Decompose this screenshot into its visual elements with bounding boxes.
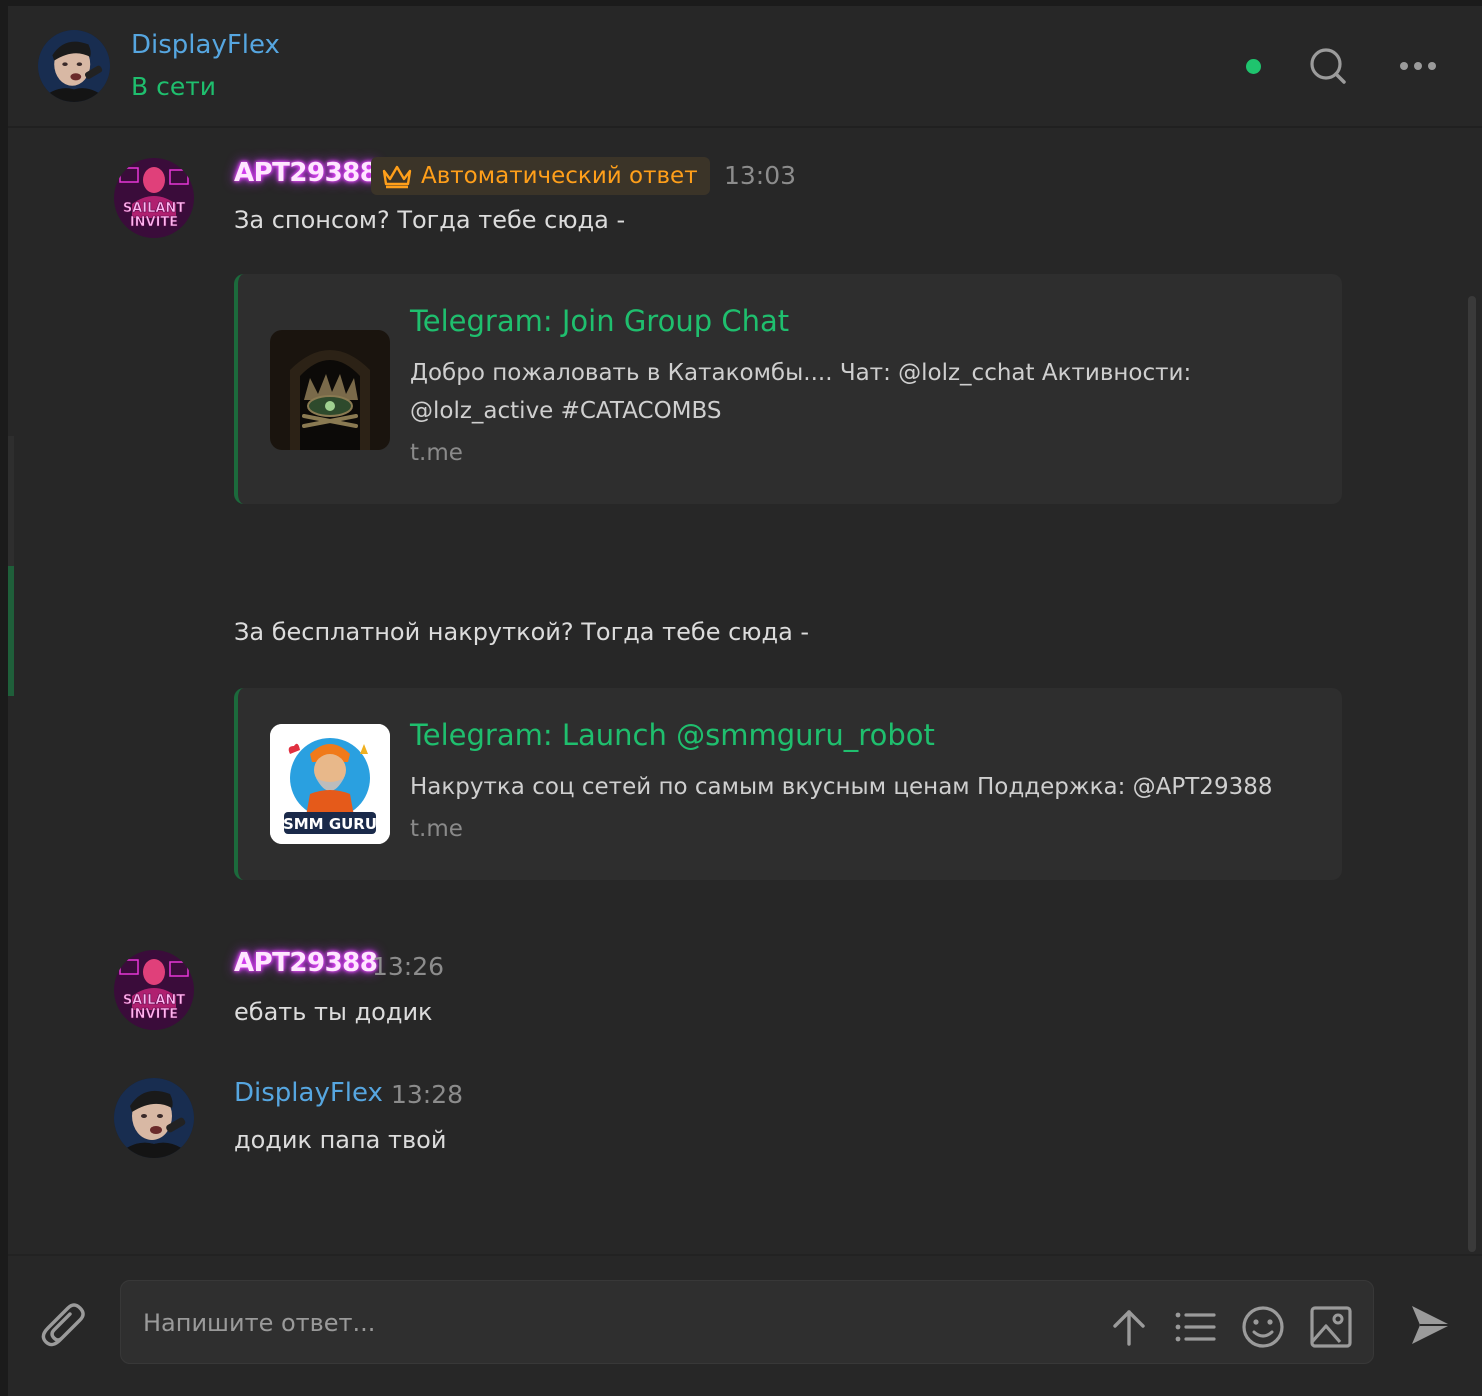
scrollbar[interactable] <box>1468 296 1476 1252</box>
smm-guru-logo-icon: SMM GURU <box>270 724 390 844</box>
link-preview-description: Накрутка соц сетей по самым вкусным цена… <box>410 774 1273 800</box>
auto-reply-badge: Автоматический ответ <box>371 157 710 195</box>
avatar-icon: SAILANT INVITE <box>114 158 194 238</box>
more-horizontal-icon <box>1400 62 1436 70</box>
message-time: 13:03 <box>724 161 797 190</box>
attach-button[interactable] <box>38 1300 90 1352</box>
header-avatar[interactable] <box>38 30 110 102</box>
list-button[interactable] <box>1172 1304 1218 1350</box>
list-icon <box>1175 1312 1216 1342</box>
avatar-displayflex[interactable] <box>114 1078 194 1158</box>
left-edge-indicator <box>8 436 14 566</box>
image-button[interactable] <box>1308 1304 1354 1350</box>
avatar-apt29388[interactable]: SAILANT INVITE <box>114 158 194 238</box>
emoji-button[interactable] <box>1240 1304 1286 1350</box>
link-preview-title[interactable]: Telegram: Launch @smmguru_robot <box>410 718 935 752</box>
message-text: За бесплатной накруткой? Тогда тебе сюда… <box>234 618 810 646</box>
link-preview-image <box>270 330 390 450</box>
crown-icon <box>382 165 412 189</box>
link-preview-description: Добро пожаловать в Катакомбы.... Чат: @l… <box>410 360 1192 424</box>
svg-text:SAILANT: SAILANT <box>123 201 185 216</box>
composer-divider <box>8 1254 1482 1256</box>
chat-status: В сети <box>131 72 217 101</box>
left-edge-accent <box>8 566 14 696</box>
message-input[interactable] <box>141 1281 1085 1365</box>
message-author[interactable]: DisplayFlex <box>234 1078 383 1108</box>
paperclip-icon <box>41 1303 85 1347</box>
user-avatar-icon <box>38 30 110 102</box>
emoji-icon <box>1242 1306 1284 1348</box>
image-icon <box>1310 1306 1352 1348</box>
link-preview-image: SMM GURU <box>270 724 390 844</box>
link-preview-domain: t.me <box>410 816 463 842</box>
user-avatar-icon <box>114 1078 194 1158</box>
chat-title[interactable]: DisplayFlex <box>131 30 280 60</box>
avatar-apt29388[interactable]: SAILANT INVITE <box>114 950 194 1030</box>
avatar-icon: SAILANT INVITE <box>114 950 194 1030</box>
format-up-button[interactable] <box>1106 1304 1152 1350</box>
auto-reply-label: Автоматический ответ <box>421 163 698 189</box>
svg-text:INVITE: INVITE <box>130 1007 178 1022</box>
svg-text:SAILANT: SAILANT <box>123 993 185 1008</box>
svg-text:INVITE: INVITE <box>130 215 178 230</box>
svg-text:SMM GURU: SMM GURU <box>283 815 377 833</box>
message-text: За спонсом? Тогда тебе сюда - <box>234 206 626 234</box>
catacombs-logo-icon <box>270 330 390 450</box>
link-preview-card[interactable]: Telegram: Join Group Chat Добро пожалова… <box>234 274 1342 504</box>
message-author[interactable]: APT29388 <box>234 158 378 188</box>
message-text: додик папа твой <box>234 1126 447 1154</box>
link-preview-domain: t.me <box>410 440 463 466</box>
chat-window: DisplayFlex В сети SAILANT INVITE APT293… <box>8 6 1482 1396</box>
link-preview-title[interactable]: Telegram: Join Group Chat <box>410 304 789 338</box>
send-icon <box>1412 1306 1450 1344</box>
online-indicator <box>1246 59 1261 74</box>
more-button[interactable] <box>1394 44 1442 88</box>
search-button[interactable] <box>1304 44 1352 88</box>
arrow-up-icon <box>1113 1310 1145 1346</box>
chat-header: DisplayFlex В сети <box>8 6 1482 128</box>
link-preview-card[interactable]: SMM GURU Telegram: Launch @smmguru_robot… <box>234 688 1342 880</box>
message-time: 13:26 <box>372 952 445 981</box>
message-text: ебать ты додик <box>234 998 433 1026</box>
search-icon <box>1310 48 1346 84</box>
send-button[interactable] <box>1408 1302 1454 1348</box>
message-author[interactable]: APT29388 <box>234 948 378 978</box>
message-time: 13:28 <box>391 1080 464 1109</box>
